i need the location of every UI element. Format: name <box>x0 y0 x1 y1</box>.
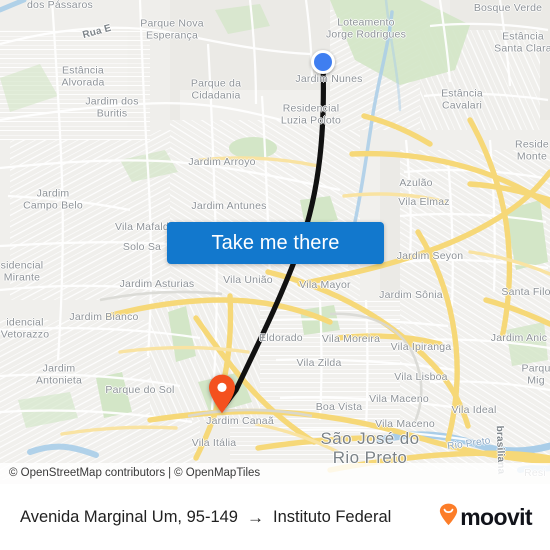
moovit-pin-icon <box>439 503 458 531</box>
route-summary: Avenida Marginal Um, 95-149 → Instituto … <box>20 508 439 527</box>
map-attribution: © OpenStreetMap contributors | © OpenMapTi… <box>0 463 550 484</box>
destination-marker[interactable] <box>208 374 236 414</box>
openmaptiles-attribution-link[interactable]: © OpenMapTiles <box>174 467 260 479</box>
route-footer-bar: Avenida Marginal Um, 95-149 → Instituto … <box>0 484 550 550</box>
moovit-wordmark: moovit <box>460 503 532 530</box>
moovit-logo[interactable]: moovit <box>439 503 533 531</box>
origin-marker[interactable] <box>311 50 335 74</box>
arrow-right-icon: → <box>246 507 264 527</box>
map-canvas[interactable]: dos Pássaros Bosque Verde Rua E Parque Nova… <box>0 0 550 484</box>
route-destination-label: Instituto Federal <box>272 507 392 526</box>
osm-attribution-link[interactable]: © OpenStreetMap contributors <box>9 467 165 479</box>
attribution-separator: | <box>168 467 172 479</box>
route-origin-label: Avenida Marginal Um, 95-149 <box>20 507 238 526</box>
moovit-route-screenshot: dos Pássaros Bosque Verde Rua E Parque Nova… <box>0 0 550 550</box>
take-me-there-button[interactable]: Take me there <box>167 222 384 264</box>
